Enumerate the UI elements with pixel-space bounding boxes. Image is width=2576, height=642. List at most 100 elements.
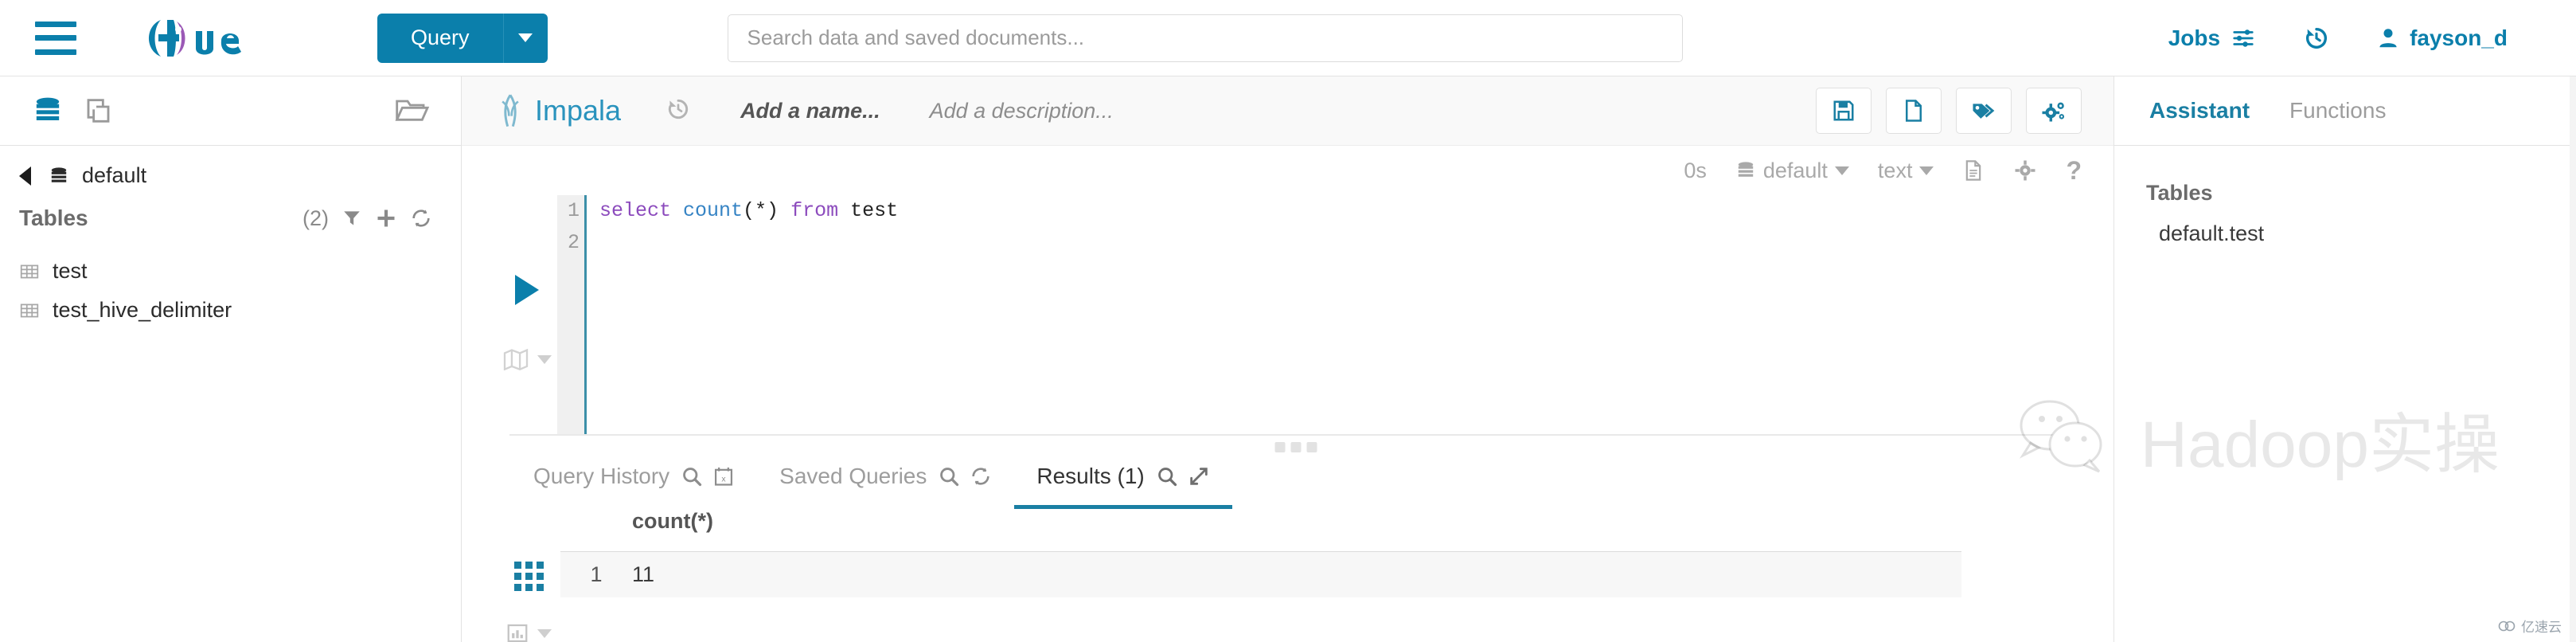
hue-logo-icon bbox=[149, 19, 241, 57]
sql-function: count bbox=[683, 199, 744, 222]
caret-down-icon bbox=[537, 628, 552, 638]
grid-view-button[interactable] bbox=[513, 562, 544, 591]
question-mark-icon: ? bbox=[2066, 155, 2082, 185]
refresh-icon[interactable] bbox=[410, 207, 432, 229]
editor-toolbar bbox=[1816, 88, 2082, 134]
assistant-section-title: Tables bbox=[2146, 181, 2213, 205]
tab-label: Query History bbox=[533, 464, 670, 488]
breadcrumb[interactable]: default bbox=[19, 163, 432, 188]
line-number-gutter: 12 bbox=[557, 195, 584, 434]
jobs-link[interactable]: Jobs bbox=[2168, 25, 2257, 51]
sidebar-table-item[interactable]: test bbox=[19, 252, 432, 291]
database-icon bbox=[1738, 162, 1754, 177]
query-dropdown-button[interactable] bbox=[502, 13, 548, 63]
sidebar-table-label: test bbox=[53, 259, 88, 283]
explain-menu[interactable] bbox=[502, 348, 552, 370]
results-table: count(*) 1 11 bbox=[560, 509, 1961, 642]
drag-handle[interactable] bbox=[1274, 442, 1317, 452]
editor-history-button[interactable] bbox=[665, 96, 691, 126]
tables-list: test test_hive_delimiter bbox=[19, 252, 432, 330]
username-label: fayson_d bbox=[2410, 25, 2508, 50]
tab-saved-queries[interactable]: Saved Queries bbox=[757, 464, 1014, 509]
new-document-button[interactable] bbox=[1886, 88, 1942, 134]
query-name-field[interactable]: Add a name... bbox=[740, 99, 880, 123]
plus-icon[interactable] bbox=[375, 207, 397, 229]
tables-count: (2) bbox=[302, 206, 329, 230]
tables-section-title: Tables bbox=[19, 206, 88, 230]
open-folder-icon[interactable] bbox=[394, 93, 430, 125]
tab-results[interactable]: Results (1) bbox=[1014, 464, 1232, 509]
save-button[interactable] bbox=[1816, 88, 1872, 134]
engine-selector[interactable]: Impala bbox=[497, 92, 621, 129]
tab-query-history[interactable]: Query History x bbox=[511, 464, 757, 509]
database-icon[interactable] bbox=[32, 95, 64, 127]
tab-functions[interactable]: Functions bbox=[2289, 98, 2386, 123]
sql-keyword: select bbox=[599, 199, 672, 222]
settings-button[interactable] bbox=[2026, 88, 2082, 134]
page-scrollbar[interactable] bbox=[2570, 76, 2576, 642]
sql-editor: 12 select count(*) from test bbox=[462, 195, 2113, 434]
database-label: default bbox=[1762, 158, 1828, 182]
results-panel: count(*) 1 11 bbox=[462, 509, 2113, 642]
editor-results-divider bbox=[509, 434, 2082, 452]
tab-label: Saved Queries bbox=[779, 464, 927, 488]
bar-chart-icon bbox=[507, 624, 528, 642]
search-icon[interactable] bbox=[1156, 465, 1178, 487]
documents-icon[interactable] bbox=[84, 95, 116, 127]
row-index: 1 bbox=[590, 562, 603, 586]
tab-assistant[interactable]: Assistant bbox=[2149, 98, 2250, 123]
tags-button[interactable] bbox=[1956, 88, 2012, 134]
document-button[interactable] bbox=[1962, 159, 1985, 182]
result-format-selector[interactable]: text bbox=[1878, 159, 1934, 183]
query-button[interactable]: Query bbox=[377, 13, 503, 63]
code-editor[interactable]: 12 select count(*) from test bbox=[557, 195, 2113, 434]
user-icon bbox=[2379, 28, 2397, 47]
database-selector[interactable]: default bbox=[1735, 159, 1849, 183]
chevron-left-icon[interactable] bbox=[19, 166, 31, 186]
expand-icon[interactable] bbox=[1188, 465, 1210, 487]
run-query-button[interactable] bbox=[515, 275, 539, 305]
search-icon[interactable] bbox=[681, 465, 703, 487]
map-icon bbox=[503, 348, 529, 370]
refresh-icon[interactable] bbox=[970, 465, 992, 487]
table-icon bbox=[20, 303, 39, 317]
calendar-x-icon[interactable]: x bbox=[712, 465, 735, 487]
editor-settings-button[interactable] bbox=[2013, 159, 2037, 182]
chart-view-button[interactable] bbox=[505, 621, 552, 642]
hamburger-menu-icon[interactable] bbox=[35, 21, 76, 55]
help-button[interactable]: ? bbox=[2066, 156, 2082, 186]
query-description-field[interactable]: Add a description... bbox=[930, 99, 1114, 123]
history-button[interactable] bbox=[2303, 25, 2330, 52]
editor-meta-bar: 0s default text ? bbox=[462, 146, 2113, 195]
sliders-icon bbox=[2233, 29, 2254, 47]
user-menu[interactable]: fayson_d bbox=[2376, 25, 2508, 51]
sidebar-body: default Tables (2) test test_hive_delimi… bbox=[0, 146, 461, 330]
jobs-label: Jobs bbox=[2168, 25, 2221, 50]
sidebar-table-item[interactable]: test_hive_delimiter bbox=[19, 291, 432, 330]
left-sidebar: default Tables (2) test test_hive_delimi… bbox=[0, 76, 462, 642]
assistant-table-item[interactable]: default.test bbox=[2146, 221, 2576, 246]
tab-label: Results (1) bbox=[1036, 464, 1145, 488]
caret-down-icon bbox=[537, 354, 552, 364]
impala-icon bbox=[502, 94, 519, 127]
filter-icon[interactable] bbox=[342, 208, 362, 229]
history-icon bbox=[668, 99, 689, 119]
chevron-down-icon bbox=[518, 33, 533, 42]
table-row[interactable]: 1 11 bbox=[560, 551, 1961, 597]
results-view-switcher bbox=[497, 509, 560, 642]
tags-icon bbox=[1973, 104, 1995, 119]
navbar-right-actions: Jobs fayson_d bbox=[2168, 25, 2508, 52]
chevron-down-icon bbox=[1919, 166, 1934, 175]
top-navbar: Query Jobs bbox=[0, 0, 2576, 76]
sidebar-toolbar bbox=[0, 76, 461, 146]
sql-args: (*) bbox=[743, 199, 779, 222]
document-icon bbox=[1966, 160, 1981, 181]
query-button-group: Query bbox=[377, 13, 548, 63]
engine-label: Impala bbox=[535, 94, 622, 127]
hue-logo[interactable] bbox=[137, 14, 288, 62]
search-input[interactable] bbox=[727, 14, 1683, 62]
search-icon[interactable] bbox=[938, 465, 960, 487]
sql-code-text[interactable]: select count(*) from test bbox=[587, 195, 2113, 434]
hue-editor-page: Query Jobs bbox=[0, 0, 2576, 642]
gear-icon bbox=[2015, 160, 2035, 181]
